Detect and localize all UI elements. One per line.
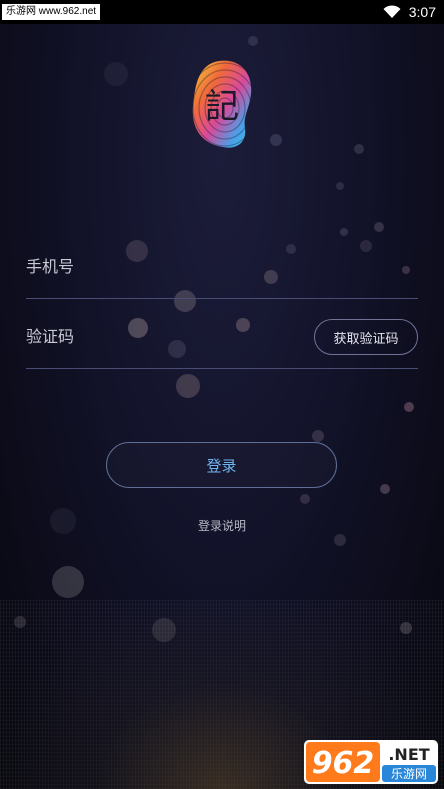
code-underline bbox=[26, 368, 418, 369]
status-bar: 乐游网 www.962.net 3:07 bbox=[0, 0, 444, 24]
background-bokeh bbox=[270, 134, 282, 146]
phone-input[interactable] bbox=[26, 244, 306, 288]
wifi-icon bbox=[383, 5, 401, 18]
site-watermark: 962 .NET 乐游网 bbox=[304, 740, 438, 784]
watermark-logo-icon: 962 .NET 乐游网 bbox=[304, 740, 438, 784]
login-screen: 乐游网 www.962.net 3:07 記 手机号 验证码 获取验证码 登录 … bbox=[0, 0, 444, 789]
background-bokeh bbox=[104, 62, 128, 86]
phone-field bbox=[26, 244, 418, 288]
code-input[interactable] bbox=[26, 314, 306, 358]
background-bokeh bbox=[404, 402, 414, 412]
fingerprint-logo-icon: 記 bbox=[192, 60, 252, 148]
watermark-brand: 962 bbox=[312, 746, 375, 781]
background-bokeh bbox=[312, 430, 324, 442]
background-bokeh bbox=[248, 36, 258, 46]
background-bokeh bbox=[300, 494, 310, 504]
watermark-suffix: .NET bbox=[388, 745, 429, 764]
background-bokeh bbox=[380, 484, 390, 494]
background-bokeh bbox=[52, 566, 84, 598]
background-bokeh bbox=[354, 144, 364, 154]
background-bokeh bbox=[176, 374, 200, 398]
get-code-button[interactable]: 获取验证码 bbox=[314, 319, 418, 355]
clock: 3:07 bbox=[408, 4, 436, 20]
phone-underline bbox=[26, 298, 418, 299]
site-badge: 乐游网 www.962.net bbox=[2, 4, 101, 20]
background-bokeh bbox=[334, 534, 346, 546]
background-bokeh bbox=[174, 290, 196, 312]
login-help-link[interactable]: 登录说明 bbox=[0, 517, 444, 534]
watermark-caption: 乐游网 bbox=[391, 767, 427, 781]
background-bokeh bbox=[336, 182, 344, 190]
status-icons: 3:07 bbox=[383, 4, 436, 20]
app-logo: 記 bbox=[189, 58, 255, 150]
background-bokeh bbox=[340, 228, 348, 236]
logo-glyph: 記 bbox=[205, 87, 239, 127]
login-button[interactable]: 登录 bbox=[106, 442, 337, 488]
background-bokeh bbox=[374, 222, 384, 232]
